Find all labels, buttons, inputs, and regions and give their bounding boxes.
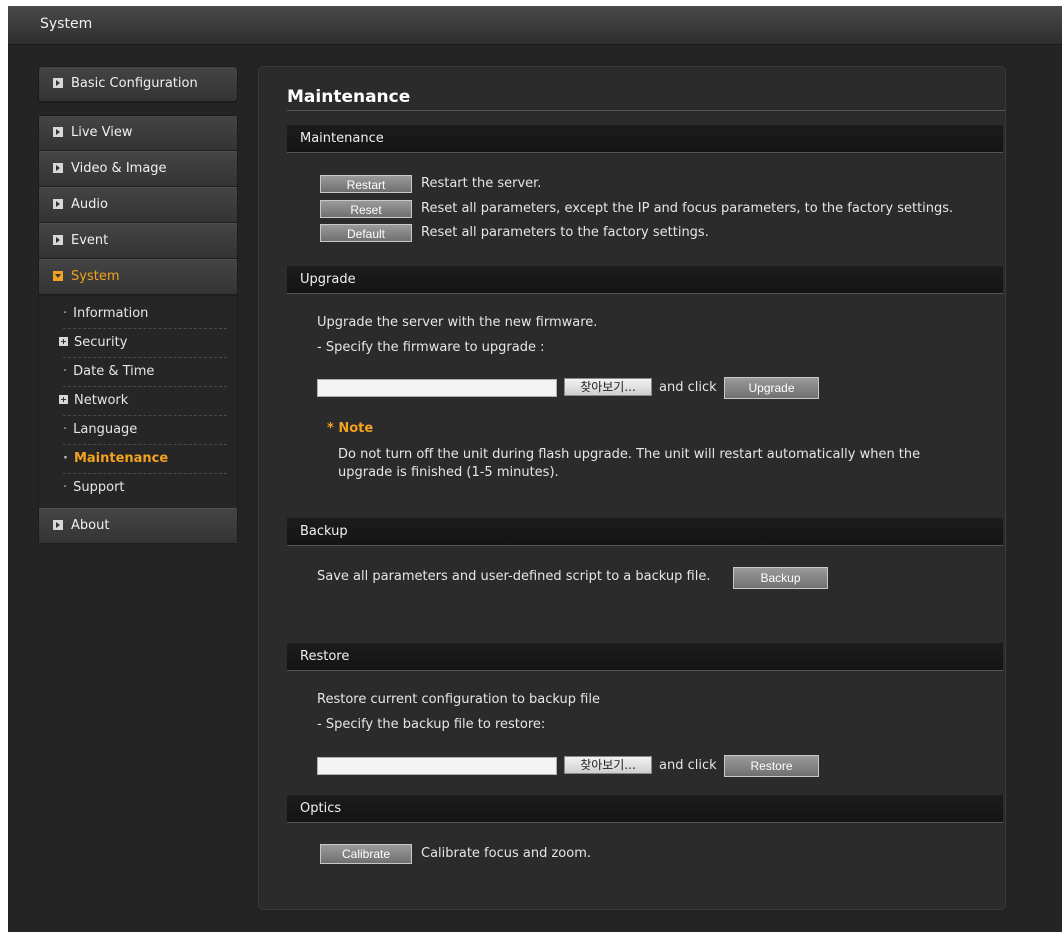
sidebar-item-audio[interactable]: Audio bbox=[39, 187, 237, 223]
expand-plus-icon[interactable] bbox=[59, 337, 68, 346]
submenu-item-language[interactable]: · Language bbox=[63, 416, 227, 445]
section-header-upgrade: Upgrade bbox=[287, 266, 1003, 294]
submenu-item-network[interactable]: Network bbox=[59, 387, 227, 416]
sidebar-item-basic-configuration[interactable]: Basic Configuration bbox=[39, 67, 237, 102]
bullet-icon: · bbox=[63, 480, 68, 495]
calibrate-button[interactable]: Calibrate bbox=[320, 844, 412, 864]
sidebar-item-system[interactable]: System bbox=[39, 259, 237, 295]
reset-button[interactable]: Reset bbox=[320, 200, 412, 218]
restore-instruction: Restore current configuration to backup … bbox=[317, 692, 600, 707]
bullet-icon: · bbox=[63, 306, 68, 321]
restore-file-input[interactable] bbox=[317, 757, 557, 775]
sidebar-item-label: Audio bbox=[71, 197, 108, 212]
sidebar-item-event[interactable]: Event bbox=[39, 223, 237, 259]
reset-description: Reset all parameters, except the IP and … bbox=[421, 201, 954, 216]
submenu-item-information[interactable]: · Information bbox=[63, 300, 227, 329]
submenu-item-label: Network bbox=[74, 393, 129, 408]
restore-specify-text: - Specify the backup file to restore: bbox=[317, 717, 546, 732]
title-bar: System bbox=[8, 6, 1062, 45]
sidebar-item-about[interactable]: About bbox=[39, 508, 237, 543]
bullet-icon: · bbox=[63, 422, 68, 437]
submenu-item-support[interactable]: · Support bbox=[63, 474, 227, 502]
page-title: Maintenance bbox=[287, 87, 411, 107]
calibrate-description: Calibrate focus and zoom. bbox=[421, 846, 591, 861]
sidebar-item-video-image[interactable]: Video & Image bbox=[39, 151, 237, 187]
bullet-icon: · bbox=[63, 364, 68, 379]
submenu-item-label: Information bbox=[73, 306, 149, 321]
section-header-optics: Optics bbox=[287, 795, 1003, 823]
sidebar-item-label: Live View bbox=[71, 125, 133, 140]
sidebar-item-label: About bbox=[71, 518, 110, 533]
arrow-icon bbox=[53, 78, 63, 88]
submenu-item-label: Security bbox=[74, 335, 128, 350]
section-header-backup: Backup bbox=[287, 518, 1003, 546]
sidebar-item-live-view[interactable]: Live View bbox=[39, 116, 237, 151]
sidebar-item-label: System bbox=[71, 269, 120, 284]
restart-description: Restart the server. bbox=[421, 176, 542, 191]
backup-button[interactable]: Backup bbox=[733, 567, 828, 589]
arrow-icon bbox=[53, 163, 63, 173]
system-submenu: · Information Security · Date & Time Netwo… bbox=[39, 295, 237, 508]
title-divider bbox=[287, 110, 1005, 111]
default-button[interactable]: Default bbox=[320, 224, 412, 242]
upgrade-button[interactable]: Upgrade bbox=[724, 377, 819, 399]
note-title: * Note bbox=[327, 421, 374, 436]
sidebar: Basic Configuration Live View Video & Im… bbox=[38, 66, 238, 544]
note-body: Do not turn off the unit during flash up… bbox=[338, 447, 921, 480]
submenu-item-label: Maintenance bbox=[73, 451, 169, 466]
sidebar-main-block: Live View Video & Image Audio Event Syst… bbox=[38, 115, 238, 544]
upgrade-instruction: Upgrade the server with the new firmware… bbox=[317, 315, 598, 330]
sidebar-basic-block: Basic Configuration bbox=[38, 66, 238, 103]
arrow-icon bbox=[53, 199, 63, 209]
restore-browse-button[interactable]: 찾아보기... bbox=[564, 756, 652, 774]
section-header-maintenance: Maintenance bbox=[287, 125, 1003, 153]
submenu-item-label: Date & Time bbox=[73, 364, 155, 379]
submenu-item-date-time[interactable]: · Date & Time bbox=[63, 358, 227, 387]
restart-button[interactable]: Restart bbox=[320, 175, 412, 193]
arrow-icon bbox=[53, 235, 63, 245]
submenu-item-label: Support bbox=[73, 480, 125, 495]
submenu-item-label: Language bbox=[73, 422, 138, 437]
section-header-restore: Restore bbox=[287, 643, 1003, 671]
submenu-item-maintenance[interactable]: · Maintenance bbox=[63, 445, 227, 474]
arrow-icon bbox=[53, 127, 63, 137]
app-frame: System Basic Configuration Live View Vid… bbox=[8, 6, 1062, 932]
firmware-file-input[interactable] bbox=[317, 379, 557, 397]
window-title: System bbox=[40, 16, 93, 32]
sidebar-item-label: Video & Image bbox=[71, 161, 167, 176]
sidebar-item-label: Basic Configuration bbox=[71, 76, 198, 91]
main-panel: Maintenance Maintenance Restart Restart … bbox=[258, 66, 1006, 910]
backup-description: Save all parameters and user-defined scr… bbox=[317, 569, 711, 584]
firmware-browse-button[interactable]: 찾아보기... bbox=[564, 378, 652, 396]
arrow-icon bbox=[53, 520, 63, 530]
submenu-item-security[interactable]: Security bbox=[59, 329, 227, 358]
expanded-arrow-icon bbox=[53, 271, 63, 281]
sidebar-item-label: Event bbox=[71, 233, 109, 248]
restore-button[interactable]: Restore bbox=[724, 755, 819, 777]
upgrade-and-click-text: and click bbox=[659, 380, 717, 395]
restore-and-click-text: and click bbox=[659, 758, 717, 773]
bullet-icon: · bbox=[63, 451, 68, 466]
default-description: Reset all parameters to the factory sett… bbox=[421, 225, 709, 240]
expand-plus-icon[interactable] bbox=[59, 395, 68, 404]
upgrade-specify-text: - Specify the firmware to upgrade : bbox=[317, 340, 545, 355]
